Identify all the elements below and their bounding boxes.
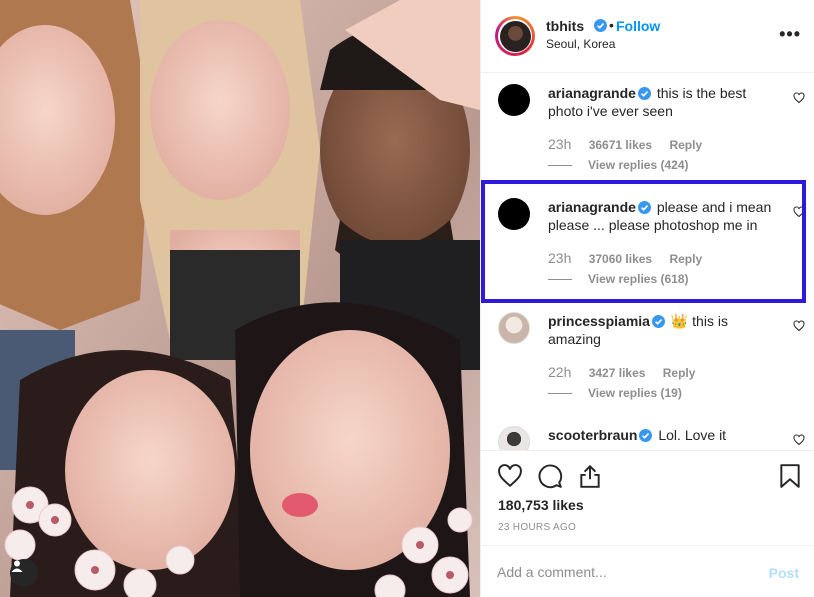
verified-badge-icon: [594, 19, 607, 32]
verified-badge-icon: [637, 87, 651, 100]
comment-body: arianagrande please and i mean please ..…: [548, 198, 773, 234]
commenter-username[interactable]: arianagrande: [548, 85, 636, 101]
add-comment-bar: Post: [481, 545, 814, 597]
comment-body: arianagrande this is the best photo i've…: [548, 84, 773, 120]
view-replies-button[interactable]: View replies (618): [548, 272, 689, 286]
commenter-username[interactable]: princesspiamia: [548, 313, 650, 329]
post-location[interactable]: Seoul, Korea: [546, 37, 615, 51]
comment-likes[interactable]: 37060 likes: [589, 252, 652, 266]
post-actions: 180,753 likes 23 HOURS AGO: [481, 450, 814, 545]
replies-divider: [548, 393, 572, 395]
comment-input[interactable]: [497, 562, 757, 582]
share-icon[interactable]: [577, 463, 603, 489]
post-side-panel: tbhits • Follow Seoul, Korea ••• arianag…: [480, 0, 814, 597]
view-replies-button[interactable]: View replies (19): [548, 386, 682, 400]
verified-badge-icon: [639, 429, 653, 442]
comment-likes[interactable]: 36671 likes: [589, 138, 652, 152]
post-comment-button[interactable]: Post: [769, 565, 799, 581]
reply-button[interactable]: Reply: [669, 138, 702, 152]
view-replies-label: View replies (19): [588, 386, 682, 400]
commenter-username[interactable]: arianagrande: [548, 199, 636, 215]
verified-badge-icon: [637, 201, 651, 214]
comment-icon[interactable]: [537, 463, 563, 489]
comment-meta: 23h 37060 likes Reply: [548, 250, 702, 266]
comment-meta: 23h 36671 likes Reply: [548, 136, 702, 152]
reply-button[interactable]: Reply: [669, 252, 702, 266]
view-replies-label: View replies (618): [588, 272, 689, 286]
heart-icon[interactable]: [497, 463, 523, 489]
post-photo[interactable]: [0, 0, 480, 597]
comment-text: Lol. Love it: [658, 427, 727, 443]
commenter-avatar[interactable]: [498, 84, 530, 116]
comment-body: scooterbraun Lol. Love it: [548, 426, 773, 444]
comment-time: 22h: [548, 364, 572, 380]
replies-divider: [548, 279, 572, 281]
crown-emoji: 👑: [670, 313, 689, 329]
more-options-icon[interactable]: •••: [779, 24, 801, 45]
post-header: tbhits • Follow Seoul, Korea •••: [481, 0, 814, 73]
author-username[interactable]: tbhits: [546, 18, 584, 34]
view-replies-button[interactable]: View replies (424): [548, 158, 689, 172]
heart-icon[interactable]: [793, 434, 805, 446]
user-tag-icon: [11, 560, 23, 572]
heart-icon[interactable]: [793, 320, 805, 332]
photo-illustration: [0, 0, 480, 597]
follow-button[interactable]: Follow: [616, 18, 660, 34]
post-timestamp: 23 HOURS AGO: [498, 522, 577, 533]
comment-time: 23h: [548, 250, 572, 266]
author-avatar[interactable]: [495, 16, 535, 56]
bookmark-icon[interactable]: [779, 463, 801, 489]
commenter-avatar[interactable]: [498, 198, 530, 230]
comments-list: arianagrande this is the best photo i've…: [481, 74, 814, 450]
comment-meta: 22h 3427 likes Reply: [548, 364, 695, 380]
post-likes-count[interactable]: 180,753 likes: [498, 497, 584, 513]
verified-badge-icon: [651, 315, 665, 328]
heart-icon[interactable]: [793, 206, 805, 218]
view-replies-label: View replies (424): [588, 158, 689, 172]
commenter-avatar[interactable]: [498, 312, 530, 344]
comment-likes[interactable]: 3427 likes: [589, 366, 646, 380]
replies-divider: [548, 165, 572, 167]
heart-icon[interactable]: [793, 92, 805, 104]
reply-button[interactable]: Reply: [663, 366, 696, 380]
comment-body: princesspiamia 👑 this is amazing: [548, 312, 773, 348]
comment-time: 23h: [548, 136, 572, 152]
commenter-avatar[interactable]: [498, 426, 530, 450]
separator-dot: •: [609, 17, 614, 33]
commenter-username[interactable]: scooterbraun: [548, 427, 637, 443]
user-tag-button[interactable]: [10, 559, 38, 587]
